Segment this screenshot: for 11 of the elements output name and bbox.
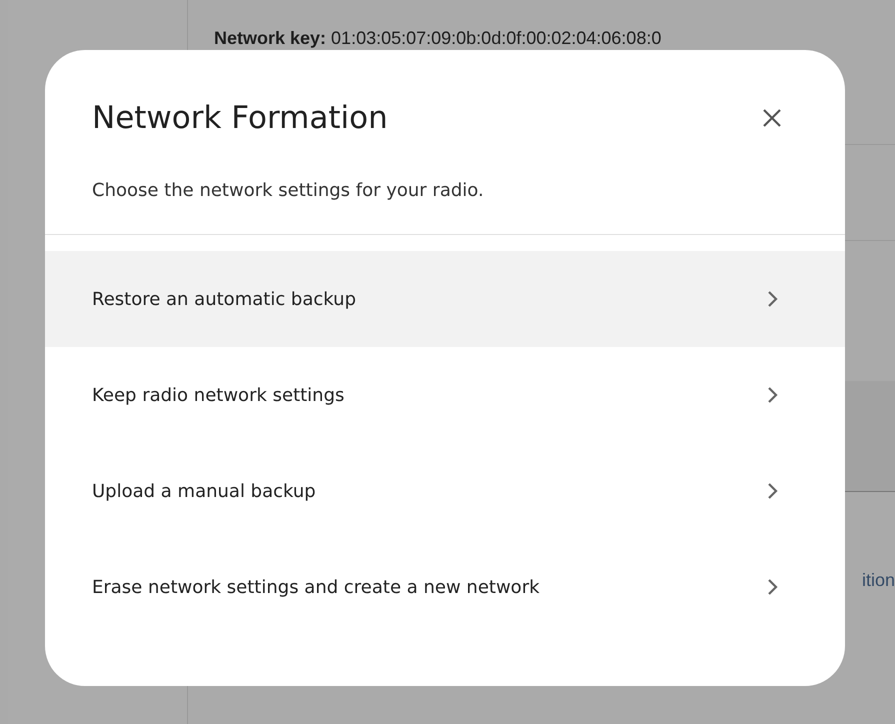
close-button[interactable] bbox=[761, 107, 783, 129]
close-icon bbox=[761, 107, 783, 129]
chevron-icon bbox=[767, 386, 779, 404]
dialog-title: Network Formation bbox=[92, 100, 388, 136]
background-text: ition bbox=[862, 570, 895, 591]
chevron-icon bbox=[767, 482, 779, 500]
network-key-text: Network key: 01:03:05:07:09:0b:0d:0f:00:02:04:06:08:0 bbox=[214, 28, 662, 49]
chevron-icon bbox=[767, 290, 779, 308]
chevron-icon bbox=[767, 578, 779, 596]
dialog-subtitle: Choose the network settings for your radio. bbox=[91, 179, 485, 203]
option-item[interactable]: Restore an automatic backup bbox=[45, 251, 845, 347]
